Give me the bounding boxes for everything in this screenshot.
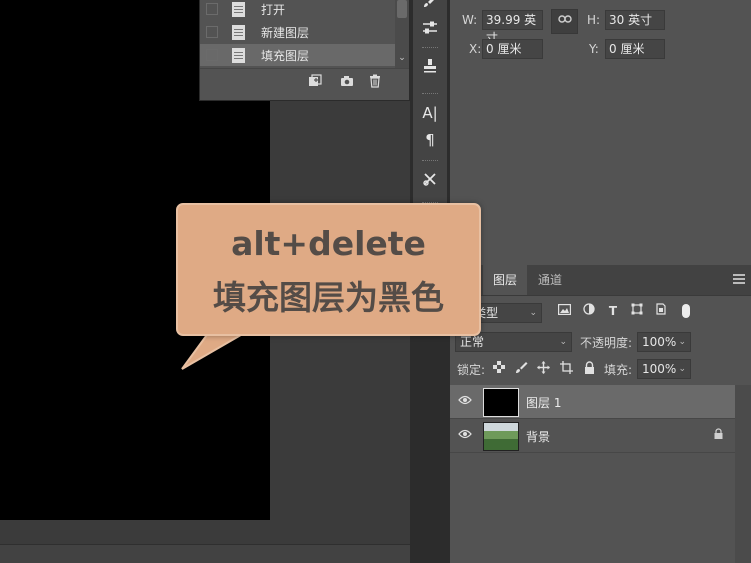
history-item-fill-layer[interactable]: 填充图层	[200, 44, 395, 66]
bubble-shortcut-text: alt+delete	[231, 224, 426, 263]
history-panel: 打开 新建图层 填充图层 ⌄	[199, 0, 410, 101]
fill-label: 填充:	[604, 363, 633, 377]
stamp-icon[interactable]	[413, 56, 447, 82]
character-icon[interactable]: A|	[413, 100, 447, 126]
layer-name[interactable]: 图层 1	[526, 394, 561, 411]
height-label: H:	[587, 13, 601, 27]
history-snapshot-checkbox[interactable]	[206, 49, 218, 61]
opacity-field[interactable]: 100% ⌄	[637, 332, 691, 352]
history-item-label: 打开	[261, 2, 286, 17]
layers-panel: 3D 图层 通道 ⚲ 类型 ⌄ T 正常 ⌄ 不透明度: 100% ⌄ 锁定:	[450, 265, 751, 563]
chevron-down-icon: ⌄	[678, 337, 686, 347]
new-snapshot-icon[interactable]	[308, 74, 322, 88]
blend-mode-value: 正常	[460, 335, 485, 349]
brush-icon[interactable]	[413, 0, 447, 18]
filter-toggle-switch[interactable]	[682, 304, 690, 318]
document-icon	[232, 1, 245, 17]
layer-thumbnail[interactable]	[483, 422, 519, 451]
type-filter-icon[interactable]: T	[605, 303, 621, 319]
layers-scrollbar[interactable]	[735, 385, 751, 563]
paragraph-icon[interactable]: ¶	[413, 127, 447, 153]
layers-tab-bar: 3D 图层 通道	[450, 265, 751, 296]
opacity-label: 不透明度:	[580, 336, 633, 350]
history-scrollbar[interactable]: ⌄	[395, 0, 409, 68]
camera-icon[interactable]	[340, 74, 354, 88]
document-icon	[232, 47, 245, 63]
tab-layers[interactable]: 图层	[483, 265, 528, 295]
smart-object-filter-icon[interactable]	[653, 303, 669, 319]
link-dimensions-icon[interactable]	[551, 9, 578, 34]
speech-bubble-annotation: alt+delete 填充图层为黑色	[176, 203, 481, 336]
history-snapshot-checkbox[interactable]	[206, 3, 218, 15]
divider	[422, 47, 438, 51]
visibility-eye-icon[interactable]	[458, 395, 472, 407]
fill-value: 100%	[642, 362, 677, 376]
trash-icon[interactable]	[368, 74, 382, 88]
chevron-down-icon: ⌄	[529, 308, 537, 318]
lock-all-icon[interactable]	[582, 361, 596, 375]
height-field[interactable]: 30 英寸	[605, 10, 665, 30]
layer-name[interactable]: 背景	[526, 428, 550, 445]
history-item-new-layer[interactable]: 新建图层	[200, 21, 395, 43]
layer-thumbnail[interactable]	[483, 388, 519, 417]
history-item-open[interactable]: 打开	[200, 0, 395, 20]
width-label: W:	[462, 13, 478, 27]
layer-row-layer1[interactable]: 图层 1	[450, 385, 735, 419]
history-scroll-thumb[interactable]	[397, 0, 407, 18]
history-item-label: 填充图层	[261, 48, 310, 63]
chevron-down-icon: ⌄	[559, 337, 567, 347]
history-item-label: 新建图层	[261, 25, 310, 40]
divider	[422, 160, 438, 164]
scroll-down-arrow-icon[interactable]: ⌄	[395, 52, 409, 64]
y-field[interactable]: 0 厘米	[605, 39, 665, 59]
adjustment-filter-icon[interactable]	[581, 303, 597, 319]
canvas-horizontal-scrollbar[interactable]	[0, 544, 410, 563]
lock-position-icon[interactable]	[536, 361, 550, 375]
document-icon	[232, 24, 245, 40]
lock-artboard-icon[interactable]	[559, 361, 573, 375]
opacity-value: 100%	[642, 335, 677, 349]
history-footer	[200, 68, 409, 93]
width-field[interactable]: 39.99 英寸	[482, 10, 543, 45]
shape-filter-icon[interactable]	[629, 303, 645, 319]
pixel-filter-icon[interactable]	[556, 303, 572, 319]
adjust-icon[interactable]	[413, 18, 447, 44]
y-label: Y:	[589, 42, 599, 56]
visibility-eye-icon[interactable]	[458, 429, 472, 441]
x-field[interactable]: 0 厘米	[482, 39, 543, 59]
properties-panel: W: 39.99 英寸 H: 30 英寸 X: 0 厘米 Y: 0 厘米	[450, 0, 751, 265]
tool-presets-icon[interactable]	[413, 169, 447, 195]
lock-label: 锁定:	[457, 363, 486, 377]
lock-icon	[714, 428, 723, 442]
chevron-down-icon: ⌄	[678, 364, 686, 374]
lock-image-pixels-icon[interactable]	[514, 361, 528, 375]
layer-row-background[interactable]: 背景	[450, 419, 735, 453]
divider	[422, 93, 438, 97]
history-snapshot-checkbox[interactable]	[206, 26, 218, 38]
x-label: X:	[469, 42, 482, 56]
bubble-caption-text: 填充图层为黑色	[213, 278, 444, 317]
tab-channels[interactable]: 通道	[528, 265, 572, 295]
panel-menu-icon[interactable]	[733, 274, 745, 284]
lock-transparent-pixels-icon[interactable]	[492, 361, 506, 375]
fill-field[interactable]: 100% ⌄	[637, 359, 691, 379]
